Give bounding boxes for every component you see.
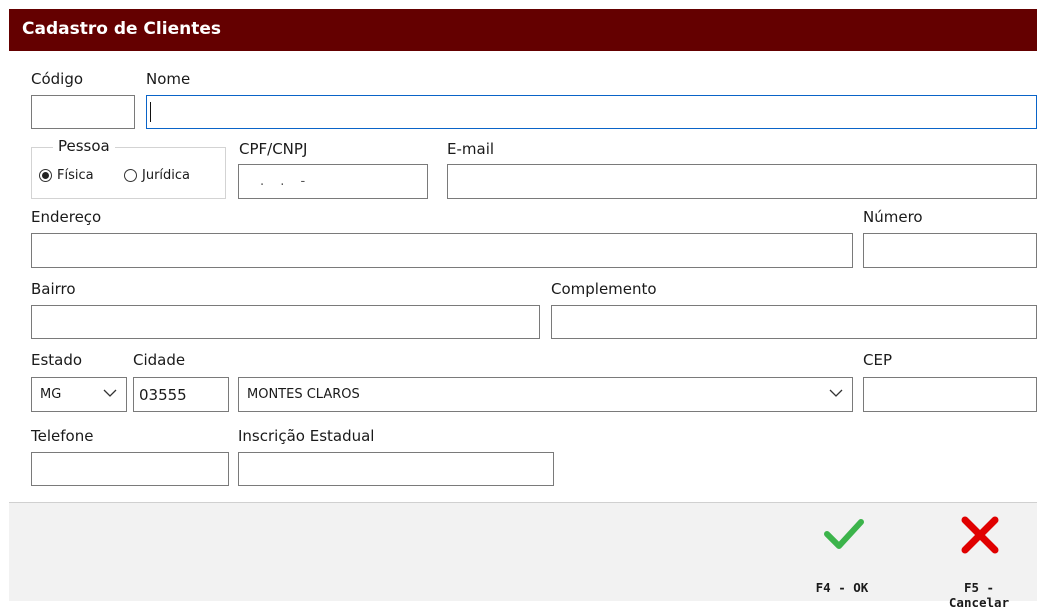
chevron-down-icon <box>829 389 843 397</box>
codigo-input[interactable] <box>31 95 135 129</box>
text-caret <box>150 102 151 122</box>
cidade-value: MONTES CLAROS <box>247 387 360 402</box>
ok-button[interactable]: F4 - OK <box>797 503 887 601</box>
radio-juridica-label: Jurídica <box>142 168 191 183</box>
cep-label: CEP <box>863 351 892 369</box>
nome-label: Nome <box>146 70 191 88</box>
endereco-input[interactable] <box>31 233 853 268</box>
cidade-select[interactable]: MONTES CLAROS <box>238 377 853 412</box>
endereco-label: Endereço <box>31 208 102 226</box>
window-titlebar: Cadastro de Clientes <box>9 9 1037 51</box>
cep-input[interactable] <box>863 377 1037 412</box>
telefone-input[interactable] <box>31 452 229 486</box>
inscricao-estadual-label: Inscrição Estadual <box>238 427 375 445</box>
nome-input[interactable] <box>146 95 1037 129</box>
cancel-button[interactable]: F5 - Cancelar <box>934 503 1024 610</box>
radio-fisica-label: Física <box>57 168 94 183</box>
radio-juridica-indicator[interactable] <box>124 169 137 182</box>
window-title: Cadastro de Clientes <box>22 19 221 39</box>
inscricao-estadual-input[interactable] <box>238 452 554 486</box>
cpf-cnpj-label: CPF/CNPJ <box>239 140 308 158</box>
bairro-label: Bairro <box>31 280 76 298</box>
radio-fisica-indicator[interactable] <box>39 169 52 182</box>
email-label: E-mail <box>447 140 495 158</box>
cpf-cnpj-mask: . . - <box>260 174 312 189</box>
footer-bar: F4 - OK F5 - Cancelar <box>9 502 1037 610</box>
cpf-cnpj-input[interactable]: . . - <box>238 164 428 199</box>
estado-label: Estado <box>31 351 83 369</box>
check-icon <box>824 519 864 549</box>
radio-juridica[interactable]: Jurídica <box>124 168 190 183</box>
ok-button-label: F4 - OK <box>815 580 869 595</box>
numero-input[interactable] <box>863 233 1037 268</box>
chevron-down-icon <box>103 389 117 397</box>
telefone-label: Telefone <box>31 427 94 445</box>
email-input[interactable] <box>447 164 1037 199</box>
estado-select[interactable]: MG <box>31 377 127 412</box>
bairro-input[interactable] <box>31 305 540 339</box>
close-icon <box>961 516 999 554</box>
codigo-label: Código <box>31 70 84 88</box>
pessoa-legend: Pessoa <box>53 137 115 155</box>
radio-fisica[interactable]: Física <box>39 168 94 183</box>
estado-value: MG <box>40 387 62 402</box>
complemento-label: Complemento <box>551 280 657 298</box>
numero-label: Número <box>863 208 923 226</box>
cidade-label: Cidade <box>133 351 186 369</box>
complemento-input[interactable] <box>551 305 1037 339</box>
cidade-codigo-value: 03555 <box>139 386 187 404</box>
cidade-codigo-input[interactable]: 03555 <box>133 377 229 412</box>
cancel-button-label: F5 - Cancelar <box>948 580 1010 610</box>
